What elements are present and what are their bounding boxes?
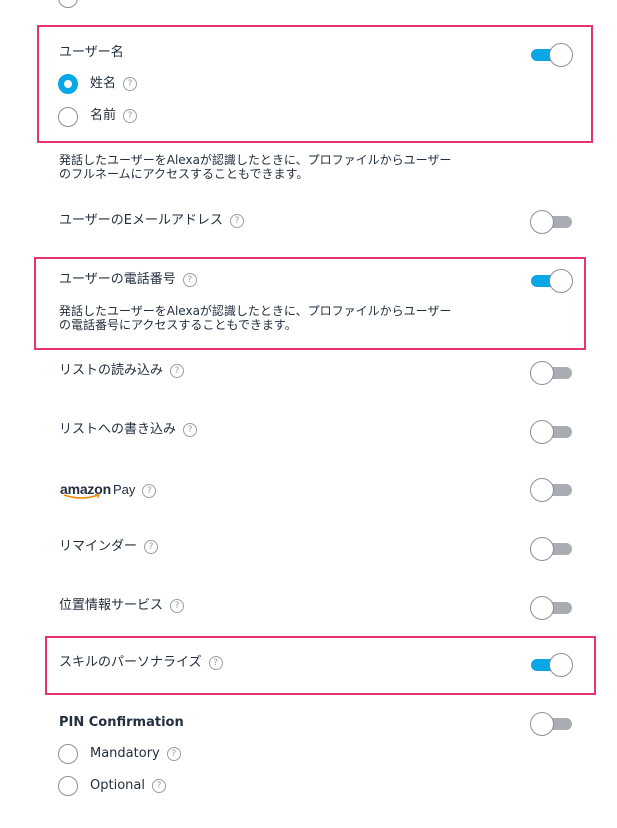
help-icon[interactable]: ? [151, 779, 166, 793]
amazon-pay-text: Pay [112, 482, 136, 497]
help-icon[interactable]: ? [170, 364, 185, 378]
list-read-label: リストの読み込み? [59, 363, 185, 379]
pin-option-optional: Optional? [90, 778, 166, 794]
partial-radio[interactable] [58, 0, 78, 8]
username-option-fullname: 姓名? [90, 76, 138, 92]
list-write-label: リストへの書き込み? [59, 422, 198, 438]
help-icon[interactable]: ? [208, 656, 223, 670]
help-icon[interactable]: ? [229, 214, 244, 228]
help-icon[interactable]: ? [123, 77, 138, 91]
phone-description-2: の電話番号にアクセスすることもできます。 [59, 318, 297, 332]
username-label: ユーザー名 [59, 45, 124, 60]
help-icon[interactable]: ? [182, 273, 197, 287]
phone-label: ユーザーの電話番号? [59, 272, 197, 288]
list-write-toggle[interactable] [530, 420, 573, 444]
list-read-toggle[interactable] [530, 361, 573, 385]
phone-toggle[interactable] [530, 269, 573, 293]
pin-option-optional-radio[interactable] [58, 776, 78, 796]
personalization-toggle[interactable] [530, 653, 573, 677]
pin-toggle[interactable] [530, 712, 573, 736]
pin-option-mandatory-radio[interactable] [58, 744, 78, 764]
username-option-fullname-radio[interactable] [58, 74, 78, 94]
personalization-label: スキルのパーソナライズ? [59, 655, 223, 671]
reminders-toggle[interactable] [530, 537, 573, 561]
help-icon[interactable]: ? [144, 540, 159, 554]
username-toggle[interactable] [530, 43, 573, 67]
amazon-smile-icon [63, 494, 100, 499]
username-description-2: のフルネームにアクセスすることもできます。 [59, 167, 309, 181]
amazon-pay-label: amazon Pay? [60, 479, 157, 501]
email-label: ユーザーのEメールアドレス? [59, 213, 244, 229]
amazon-pay-toggle[interactable] [530, 478, 573, 502]
username-description-1: 発話したユーザーをAlexaが認識したときに、プロファイルからユーザー [59, 153, 452, 167]
username-option-givenname-radio[interactable] [58, 107, 78, 127]
help-icon[interactable]: ? [142, 484, 157, 498]
location-label: 位置情報サービス? [59, 598, 185, 614]
help-icon[interactable]: ? [183, 423, 198, 437]
location-toggle[interactable] [530, 596, 573, 620]
username-option-givenname: 名前? [90, 108, 138, 124]
pin-option-mandatory: Mandatory? [90, 746, 181, 762]
pin-label: PIN Confirmation [59, 715, 184, 730]
phone-description-1: 発話したユーザーをAlexaが認識したときに、プロファイルからユーザー [59, 304, 452, 318]
help-icon[interactable]: ? [123, 109, 138, 123]
help-icon[interactable]: ? [170, 599, 185, 613]
help-icon[interactable]: ? [166, 747, 181, 761]
reminders-label: リマインダー? [59, 539, 159, 555]
email-toggle[interactable] [530, 210, 573, 234]
